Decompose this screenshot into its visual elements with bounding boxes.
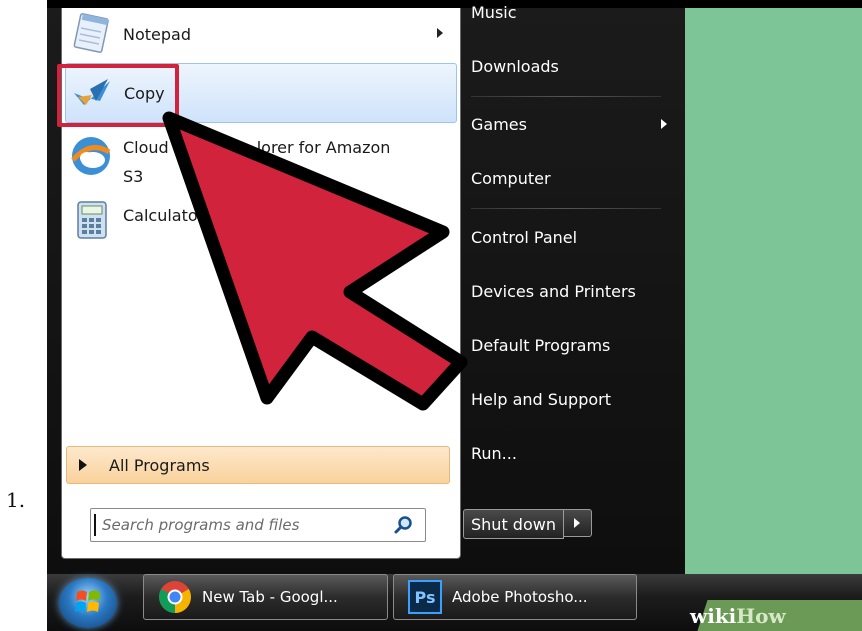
- arrow-right-icon: [574, 518, 581, 528]
- all-programs-button[interactable]: All Programs: [66, 446, 450, 484]
- place-label-downloads: Downloads: [471, 56, 559, 76]
- cloudberry-icon: [69, 134, 113, 178]
- taskbar-item-photoshop[interactable]: Ps Adobe Photosho...: [393, 574, 637, 620]
- photoshop-icon: Ps: [408, 580, 442, 614]
- submenu-arrow-icon: [437, 28, 443, 38]
- program-item-cloudberry[interactable]: Cloud lorer for Amazon S3: [65, 128, 457, 192]
- place-label-music: Music: [471, 2, 517, 22]
- place-item-default-programs[interactable]: Default Programs: [471, 329, 677, 361]
- place-item-computer[interactable]: Computer: [471, 162, 677, 194]
- start-menu: Notepad Copy Cloud lorer for Amazon S3 C…: [47, 3, 685, 574]
- program-label-notepad: Notepad: [123, 24, 191, 44]
- place-item-run[interactable]: Run...: [471, 437, 677, 469]
- place-label-devices-printers: Devices and Printers: [471, 281, 636, 301]
- start-button[interactable]: [59, 578, 117, 628]
- program-item-calculator[interactable]: Calculato: [65, 192, 457, 248]
- shutdown-group: Shut down: [463, 509, 592, 539]
- program-label-cloudberry-line1: Cloud lorer for Amazon: [123, 138, 391, 157]
- windows-logo-icon: [75, 590, 100, 612]
- highlight-box: [57, 64, 179, 127]
- program-label-cloudberry-line2: S3: [123, 167, 144, 186]
- calculator-icon: [69, 198, 113, 242]
- places-pane: Music Downloads Games Computer Control P…: [459, 3, 685, 574]
- place-item-devices-printers[interactable]: Devices and Printers: [471, 275, 677, 307]
- place-label-computer: Computer: [471, 168, 551, 188]
- taskbar-label-photoshop: Adobe Photosho...: [452, 588, 588, 606]
- search-box[interactable]: [90, 508, 426, 542]
- chrome-icon: [158, 580, 192, 614]
- submenu-arrow-icon: [661, 119, 667, 129]
- place-label-help-support: Help and Support: [471, 389, 611, 409]
- step-number: 1.: [6, 488, 26, 512]
- notepad-icon: [69, 12, 113, 56]
- place-label-run: Run...: [471, 443, 517, 463]
- place-item-control-panel[interactable]: Control Panel: [471, 221, 677, 253]
- taskbar-label-chrome: New Tab - Googl...: [202, 588, 338, 606]
- place-label-default-programs: Default Programs: [471, 335, 611, 355]
- watermark-text: wikiHow: [690, 604, 786, 628]
- search-input[interactable]: [94, 514, 393, 536]
- screenshot-frame: Notepad Copy Cloud lorer for Amazon S3 C…: [47, 0, 862, 631]
- place-label-games: Games: [471, 114, 527, 134]
- place-label-control-panel: Control Panel: [471, 227, 578, 247]
- place-item-games[interactable]: Games: [471, 108, 677, 140]
- place-item-help-support[interactable]: Help and Support: [471, 383, 677, 415]
- desktop-background: [685, 8, 862, 574]
- expand-arrow-icon: [79, 459, 87, 471]
- program-label-calculator: Calculato: [123, 206, 198, 225]
- place-item-downloads[interactable]: Downloads: [471, 50, 677, 82]
- search-icon[interactable]: [393, 514, 415, 536]
- separator: [471, 96, 661, 97]
- shutdown-options-button[interactable]: [563, 509, 592, 537]
- taskbar-item-chrome[interactable]: New Tab - Googl...: [143, 574, 388, 620]
- program-item-notepad[interactable]: Notepad: [65, 6, 457, 62]
- place-item-music[interactable]: Music: [471, 0, 677, 28]
- separator: [471, 208, 661, 209]
- shutdown-button[interactable]: Shut down: [463, 509, 564, 539]
- all-programs-label: All Programs: [109, 455, 210, 475]
